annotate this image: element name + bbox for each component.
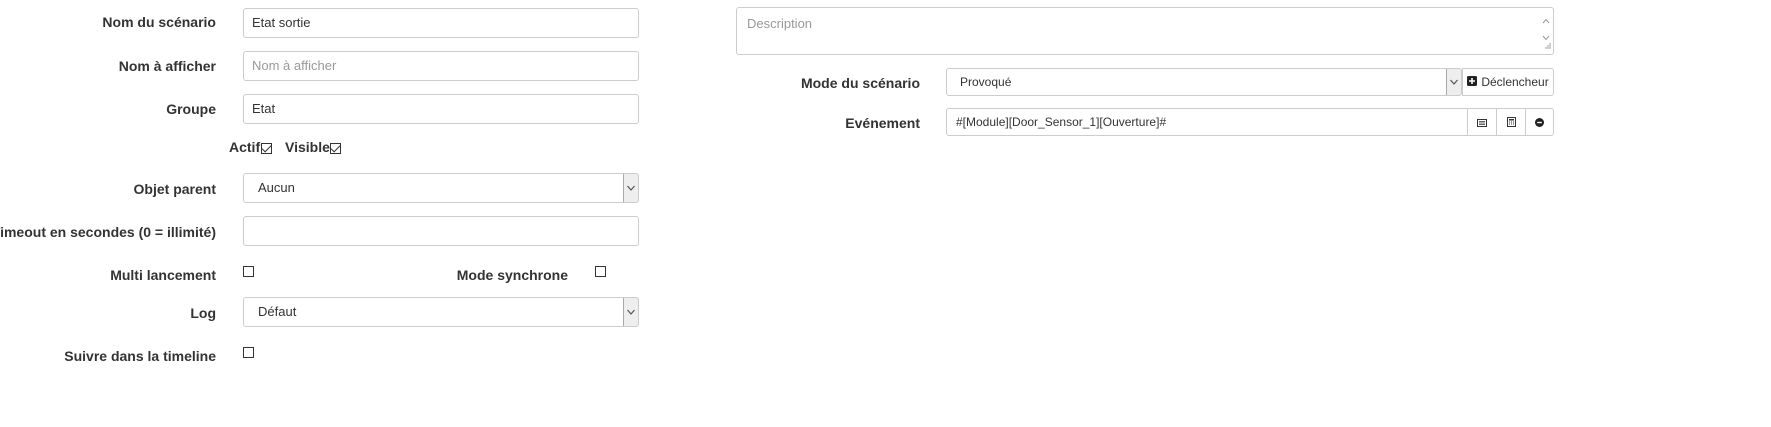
timeline-checkbox[interactable] — [243, 347, 254, 358]
description-placeholder: Description — [747, 16, 813, 31]
sync-mode-label: Mode synchrone — [456, 267, 568, 283]
scenario-mode-label: Mode du scénario — [800, 75, 920, 91]
description-textarea[interactable]: Description — [736, 7, 1554, 55]
active-label: Actif — [229, 139, 261, 155]
active-checkbox[interactable] — [261, 143, 272, 154]
timeout-label: Timeout en secondes (0 = illimité) — [0, 224, 216, 240]
visible-checkbox[interactable] — [330, 143, 341, 154]
plus-square-icon — [1467, 75, 1478, 89]
chevron-down-icon — [623, 174, 638, 202]
display-name-label: Nom à afficher — [118, 58, 216, 74]
calculator-icon — [1506, 115, 1516, 130]
scroll-up-icon[interactable] — [1542, 12, 1550, 27]
multi-launch-label: Multi lancement — [110, 267, 216, 283]
select-command-button[interactable] — [1467, 108, 1497, 136]
scenario-name-label: Nom du scénario — [102, 14, 216, 30]
log-select[interactable]: Défaut — [243, 297, 639, 327]
timeline-label: Suivre dans la timeline — [64, 348, 216, 364]
timeout-input[interactable] — [243, 216, 639, 246]
add-trigger-label: Déclencheur — [1481, 75, 1549, 89]
event-input[interactable]: #[Module][Door_Sensor_1][Ouverture]# — [946, 108, 1468, 136]
group-label: Groupe — [166, 101, 216, 117]
scenario-name-input[interactable]: Etat sortie — [243, 8, 639, 38]
resize-grip-icon[interactable] — [1544, 37, 1551, 52]
minus-circle-icon — [1535, 115, 1544, 130]
parent-object-value: Aucun — [258, 180, 295, 195]
list-icon — [1477, 115, 1487, 130]
log-label: Log — [190, 305, 216, 321]
scenario-mode-select[interactable]: Provoqué — [946, 68, 1462, 96]
sync-mode-checkbox[interactable] — [595, 266, 606, 277]
remove-event-button[interactable] — [1525, 108, 1554, 136]
parent-object-select[interactable]: Aucun — [243, 173, 639, 203]
event-label: Evénement — [845, 115, 920, 131]
chevron-down-icon — [623, 298, 638, 326]
group-input[interactable]: Etat — [243, 94, 639, 124]
scenario-mode-value: Provoqué — [960, 75, 1012, 89]
log-value: Défaut — [258, 304, 297, 319]
display-name-input[interactable]: Nom à afficher — [243, 51, 639, 81]
add-trigger-button[interactable]: Déclencheur — [1462, 68, 1554, 96]
expression-helper-button[interactable] — [1496, 108, 1526, 136]
chevron-down-icon — [1446, 69, 1461, 95]
multi-launch-checkbox[interactable] — [243, 266, 254, 277]
visible-label: Visible — [285, 139, 330, 155]
parent-object-label: Objet parent — [133, 181, 216, 197]
